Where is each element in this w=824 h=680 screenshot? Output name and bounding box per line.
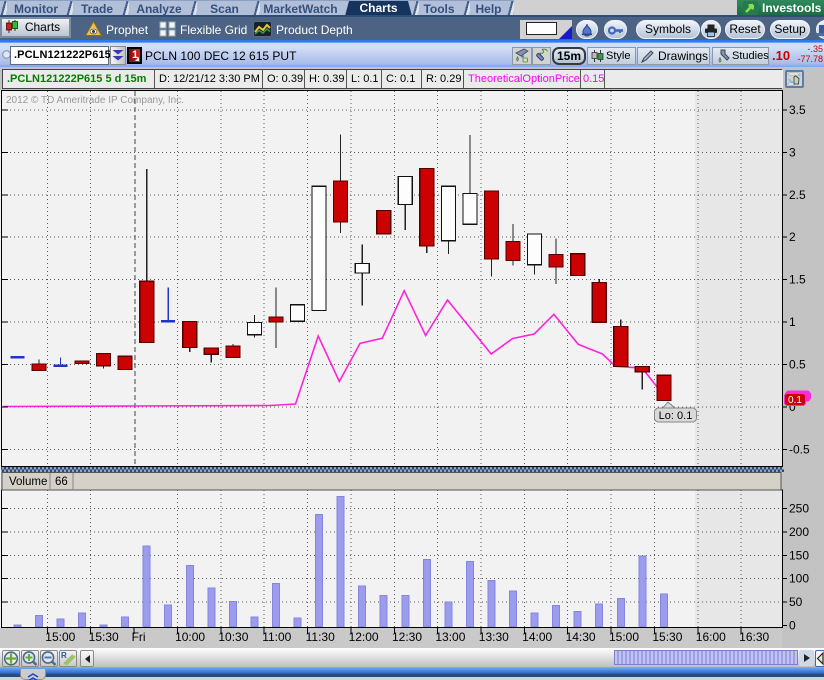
svg-text:0.5: 0.5	[789, 358, 806, 372]
svg-text:16:30: 16:30	[739, 630, 769, 644]
svg-text:10:00: 10:00	[175, 630, 205, 644]
svg-text:0: 0	[789, 619, 796, 633]
svg-text:15:00: 15:00	[45, 630, 75, 644]
svg-text:Volume: Volume	[9, 476, 47, 488]
svg-text:10:30: 10:30	[218, 630, 248, 644]
svg-text:3.5: 3.5	[789, 103, 806, 117]
svg-text:1: 1	[789, 315, 796, 329]
svg-text:200: 200	[789, 525, 809, 539]
svg-text:15:00: 15:00	[609, 630, 639, 644]
svg-text:250: 250	[789, 502, 809, 516]
svg-text:Lo: 0.1: Lo: 0.1	[659, 410, 693, 422]
svg-text:2: 2	[789, 230, 796, 244]
svg-text:14:00: 14:00	[522, 630, 552, 644]
svg-text:1.5: 1.5	[789, 273, 806, 287]
svg-text:11:30: 11:30	[306, 630, 335, 644]
svg-text:14:30: 14:30	[566, 630, 596, 644]
svg-text:R: R	[61, 651, 67, 660]
svg-text:2.5: 2.5	[789, 188, 806, 202]
svg-text:-0.5: -0.5	[789, 442, 810, 456]
svg-text:150: 150	[789, 548, 809, 562]
svg-text:11:00: 11:00	[262, 630, 291, 644]
svg-text:12:00: 12:00	[349, 630, 379, 644]
svg-text:50: 50	[789, 595, 803, 609]
svg-text:0.1: 0.1	[788, 395, 802, 406]
svg-text:12:30: 12:30	[392, 630, 422, 644]
svg-text:13:30: 13:30	[479, 630, 509, 644]
svg-text:100: 100	[789, 572, 809, 586]
svg-text:66: 66	[55, 476, 68, 488]
svg-text:16:00: 16:00	[696, 630, 726, 644]
svg-text:3: 3	[789, 145, 796, 159]
svg-text:15:30: 15:30	[652, 630, 682, 644]
svg-text:13:00: 13:00	[435, 630, 465, 644]
svg-text:2012 © TD Ameritrade IP Compan: 2012 © TD Ameritrade IP Company, Inc.	[6, 95, 184, 106]
svg-text:15:30: 15:30	[89, 630, 119, 644]
